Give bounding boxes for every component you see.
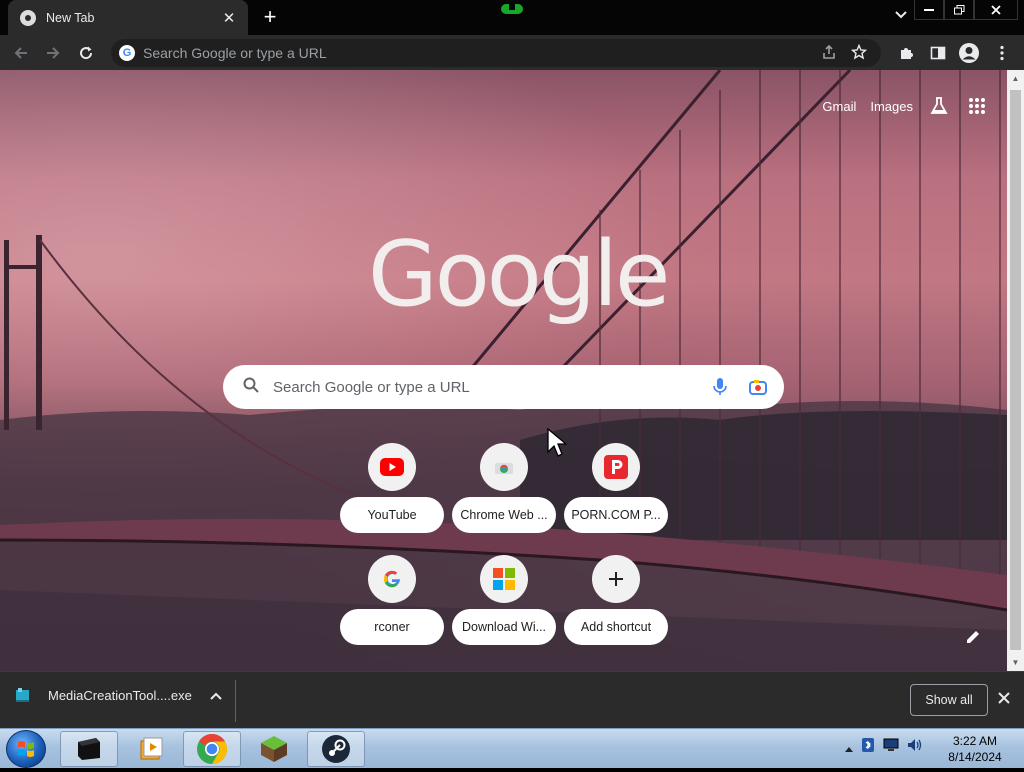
browser-toolbar: G Search Google or type a URL [0, 35, 1024, 70]
mouse-cursor-icon [547, 428, 567, 457]
system-tray [845, 737, 923, 758]
chrome-web-store-icon [480, 443, 528, 491]
shortcut-label: YouTube [340, 497, 444, 533]
plus-icon [592, 555, 640, 603]
start-button[interactable] [6, 730, 46, 768]
google-logo: Google [368, 222, 670, 327]
address-bar[interactable]: G Search Google or type a URL [111, 39, 881, 67]
download-divider [235, 680, 236, 722]
tab-strip: New Tab ✕ + [0, 0, 1024, 35]
tab-search-chevron-icon[interactable] [895, 8, 907, 22]
shortcut-label: rconer [340, 609, 444, 645]
media-player-icon [140, 737, 163, 760]
windows-taskbar: 3:22 AM 8/14/2024 [0, 728, 1024, 768]
download-shelf: MediaCreationTool....exe Show all [0, 671, 1024, 728]
google-apps-grid-icon[interactable] [965, 94, 989, 118]
forward-arrow-icon[interactable] [42, 42, 64, 64]
installer-file-icon [16, 688, 29, 702]
taskbar-app-chrome[interactable] [183, 731, 241, 767]
tab-title: New Tab [46, 10, 95, 25]
p-logo-icon [592, 443, 640, 491]
system-clock[interactable]: 3:22 AM 8/14/2024 [935, 733, 1015, 765]
search-icon [243, 377, 259, 398]
bookmark-star-icon[interactable] [850, 43, 868, 63]
steam-icon [322, 735, 350, 763]
grass-block-icon [261, 736, 287, 762]
search-placeholder: Search Google or type a URL [273, 378, 470, 396]
taskbar-app-minecraft[interactable] [245, 731, 303, 767]
clock-time: 3:22 AM [952, 734, 998, 748]
back-arrow-icon[interactable] [10, 42, 32, 64]
minimize-button[interactable] [914, 0, 944, 20]
shortcut-label: Chrome Web ... [452, 497, 556, 533]
close-download-shelf-icon[interactable] [998, 688, 1010, 709]
customize-pencil-icon[interactable] [959, 623, 987, 651]
shortcut-label: Add shortcut [564, 609, 668, 645]
shortcut-porn-com[interactable]: PORN.COM P... [564, 443, 668, 533]
profile-avatar-icon[interactable] [958, 42, 980, 64]
chrome-icon [197, 734, 228, 764]
shortcut-rconer[interactable]: rconer [340, 555, 444, 645]
new-tab-button[interactable]: + [258, 5, 282, 29]
ntp-search-box[interactable]: Search Google or type a URL [223, 365, 784, 409]
show-hidden-icons-chevron-icon[interactable] [845, 739, 853, 757]
volume-tray-icon[interactable] [907, 738, 923, 757]
webcam-indicator-icon [501, 4, 523, 14]
show-all-downloads-button[interactable]: Show all [910, 684, 988, 716]
shortcut-chrome-web-store[interactable]: Chrome Web ... [452, 443, 556, 533]
address-bar-placeholder: Search Google or type a URL [143, 45, 327, 61]
chevron-up-icon[interactable] [210, 688, 222, 703]
taskbar-app-terminal[interactable] [60, 731, 118, 767]
network-tray-icon[interactable] [883, 738, 899, 757]
taskbar-app-media-player[interactable] [122, 731, 180, 767]
shortcut-label: Download Wi... [452, 609, 556, 645]
bluetooth-tray-icon[interactable] [861, 737, 875, 758]
download-item[interactable]: MediaCreationTool....exe [14, 686, 222, 704]
page-scrollbar[interactable]: ▲ ▼ [1007, 70, 1024, 671]
extensions-puzzle-icon[interactable] [895, 42, 917, 64]
youtube-icon [368, 443, 416, 491]
scroll-down-arrow-icon[interactable]: ▼ [1011, 658, 1020, 667]
tab-new-tab[interactable]: New Tab ✕ [8, 0, 248, 35]
google-g-icon [368, 555, 416, 603]
images-link[interactable]: Images [870, 99, 913, 114]
chrome-icon [20, 9, 36, 26]
clock-date: 8/14/2024 [948, 750, 1002, 764]
new-tab-page: Gmail Images Google Search Google or typ… [0, 70, 1007, 671]
shortcut-youtube[interactable]: YouTube [340, 443, 444, 533]
restore-button[interactable] [944, 0, 974, 20]
close-tab-icon[interactable]: ✕ [220, 9, 238, 27]
reload-icon[interactable] [75, 42, 97, 64]
scroll-up-arrow-icon[interactable]: ▲ [1011, 74, 1020, 83]
kebab-menu-icon[interactable] [991, 42, 1013, 64]
shortcut-add[interactable]: Add shortcut [564, 555, 668, 645]
dark-window-icon [78, 738, 100, 760]
scrollbar-thumb[interactable] [1010, 90, 1021, 650]
voice-search-mic-icon[interactable] [710, 377, 730, 397]
download-file-name: MediaCreationTool....exe [48, 687, 192, 703]
shortcut-label: PORN.COM P... [564, 497, 668, 533]
shortcut-download-windows[interactable]: Download Wi... [452, 555, 556, 645]
microsoft-icon [480, 555, 528, 603]
share-icon[interactable] [821, 44, 837, 63]
labs-flask-icon[interactable] [927, 94, 951, 118]
google-g-icon: G [119, 45, 135, 61]
google-lens-icon[interactable] [748, 377, 768, 397]
taskbar-app-steam[interactable] [307, 731, 365, 767]
side-panel-icon[interactable] [927, 42, 949, 64]
gmail-link[interactable]: Gmail [822, 99, 856, 114]
windows-logo-icon [18, 741, 34, 757]
close-window-button[interactable] [974, 0, 1018, 20]
